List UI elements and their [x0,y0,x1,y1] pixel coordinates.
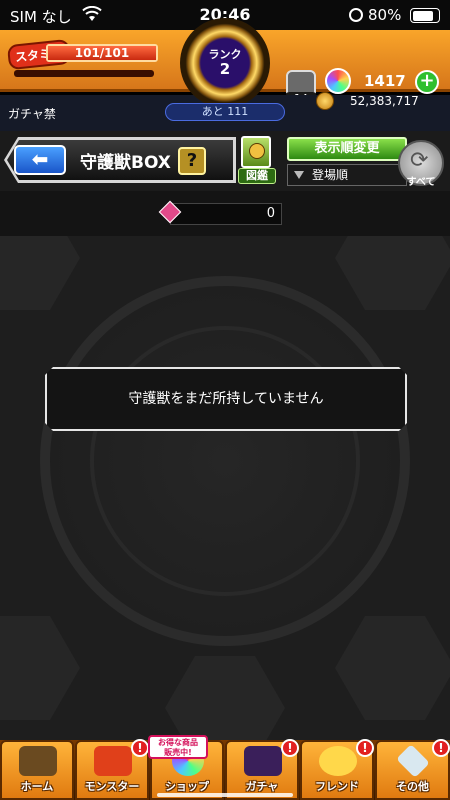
rotation-lock-icon [349,8,363,22]
gacha-ban-label: ガチャ禁 [8,107,56,121]
exp-bar [14,70,154,77]
encyclopedia-label: 図鑑 [238,168,276,184]
sort-selected-value: 登場順 [312,168,349,182]
filter-icon [294,171,304,179]
count-row: 0 [0,191,450,236]
nav-gacha[interactable]: ガチャ ! [225,739,299,800]
other-icon [396,744,430,778]
orb-icon [325,68,351,94]
shop-promo-badge: お得な商品 販売中! [148,735,208,759]
owned-count: 0 [170,203,282,225]
orb-count: 1417 [364,72,406,90]
page-title: 守護獣BOX [80,153,171,173]
sort-order-button[interactable]: 表示順変更 [287,137,407,161]
battery-percent: 80% [368,6,402,24]
rank-value: 2 [219,60,231,78]
nav-monster[interactable]: モンスター ! [75,739,149,800]
sort-select[interactable]: 登場順 [287,164,407,186]
gem-box-icon[interactable] [286,70,316,94]
gacha-icon [244,746,282,776]
help-button[interactable]: ? [178,147,206,175]
alert-badge: ! [131,739,149,757]
rank-badge[interactable]: ランク 2 [180,18,270,108]
add-orb-button[interactable]: + [415,70,439,94]
empty-message: 守護獣をまだ所持していません [45,367,407,431]
monster-icon [94,746,132,776]
alert-badge: ! [432,739,450,757]
home-icon [19,746,57,776]
background-emblem [40,276,410,646]
nav-home[interactable]: ホーム [0,740,74,800]
friend-icon [319,746,357,776]
bottom-nav: ホーム モンスター ! ショップ ガチャ ! フレンド ! その他 ! [0,739,450,800]
show-all-label: すべて [406,177,436,188]
alert-badge: ! [356,739,374,757]
guardian-list-area: 守護獣をまだ所持していません [0,236,450,740]
stamina-bar: 101/101 [46,44,158,62]
alert-badge: ! [281,739,299,757]
battery-icon [410,8,440,23]
book-icon [241,136,271,168]
home-indicator [157,793,293,797]
rank-next-exp: あと 111 [165,103,285,121]
back-button[interactable]: ⬅ [14,145,66,175]
encyclopedia-button[interactable]: 図鑑 [238,136,276,186]
nav-friend[interactable]: フレンド ! [300,739,374,800]
refresh-icon: ⟳ [410,148,429,173]
nav-other[interactable]: その他 ! [375,739,450,800]
coin-icon [316,92,334,110]
coin-count: 52,383,717 [350,94,419,108]
stamina-value: 101/101 [74,46,130,60]
